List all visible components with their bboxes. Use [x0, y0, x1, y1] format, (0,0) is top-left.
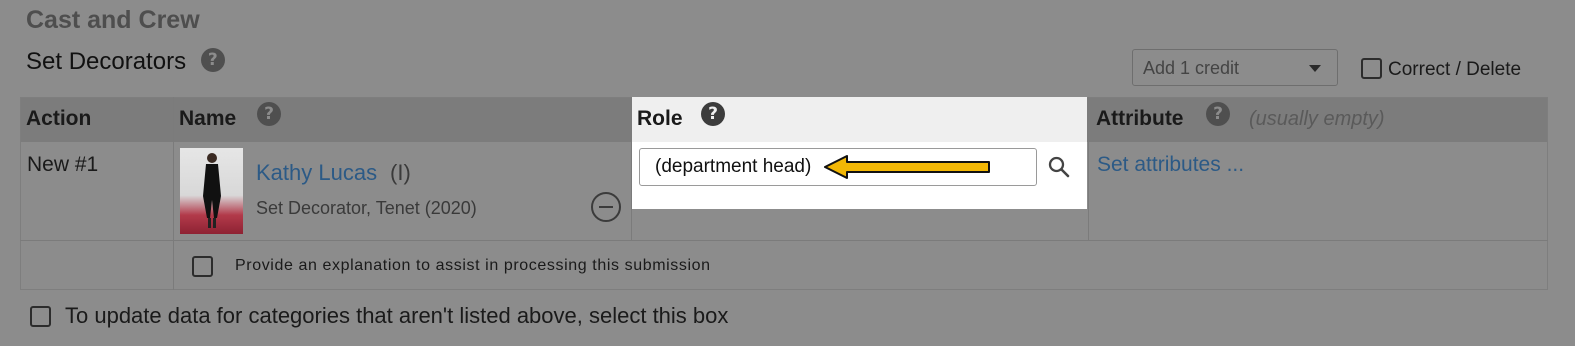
update-categories-checkbox[interactable] — [30, 306, 51, 327]
help-icon[interactable]: ? — [1206, 102, 1230, 126]
column-divider — [173, 97, 174, 290]
header-attribute: Attribute — [1096, 107, 1184, 130]
update-categories-label: To update data for categories that aren'… — [65, 303, 729, 328]
subsection-title-text: Set Decorators — [26, 48, 187, 75]
help-icon[interactable]: ? — [701, 102, 725, 126]
help-icon[interactable]: ? — [200, 48, 225, 72]
add-credit-select[interactable]: Add 1 credit — [1132, 49, 1338, 86]
add-credit-value: Add 1 credit — [1143, 58, 1240, 78]
row-divider — [20, 240, 1548, 241]
remove-circle-icon[interactable] — [591, 192, 621, 222]
attribute-hint: (usually empty) — [1249, 108, 1385, 130]
column-divider — [1088, 97, 1089, 241]
header-action: Action — [26, 107, 92, 130]
correct-delete-label: Correct / Delete — [1388, 59, 1522, 80]
help-icon[interactable]: ? — [257, 102, 281, 126]
section-title: Cast and Crew — [26, 6, 200, 34]
person-photo — [180, 148, 243, 234]
set-attributes-link[interactable]: Set attributes ... — [1097, 153, 1244, 177]
subsection-title: Set Decorators ? — [26, 48, 225, 76]
person-silhouette-icon — [203, 153, 221, 228]
row-action: New #1 — [27, 153, 99, 176]
person-name-suffix: (I) — [390, 160, 411, 185]
role-header-cell — [632, 97, 1087, 142]
explanation-label: Provide an explanation to assist in proc… — [235, 257, 711, 274]
role-input-value: (department head) — [655, 156, 812, 177]
header-name: Name — [179, 107, 237, 130]
header-role: Role — [637, 107, 683, 130]
chevron-down-icon — [1309, 65, 1321, 72]
explanation-checkbox[interactable] — [192, 256, 213, 277]
search-icon[interactable] — [1047, 155, 1071, 179]
arrow-left-icon — [824, 155, 990, 179]
person-subtitle: Set Decorator, Tenet (2020) — [256, 198, 477, 218]
correct-delete-checkbox[interactable] — [1361, 58, 1382, 79]
person-name-link[interactable]: Kathy Lucas — [256, 160, 377, 186]
